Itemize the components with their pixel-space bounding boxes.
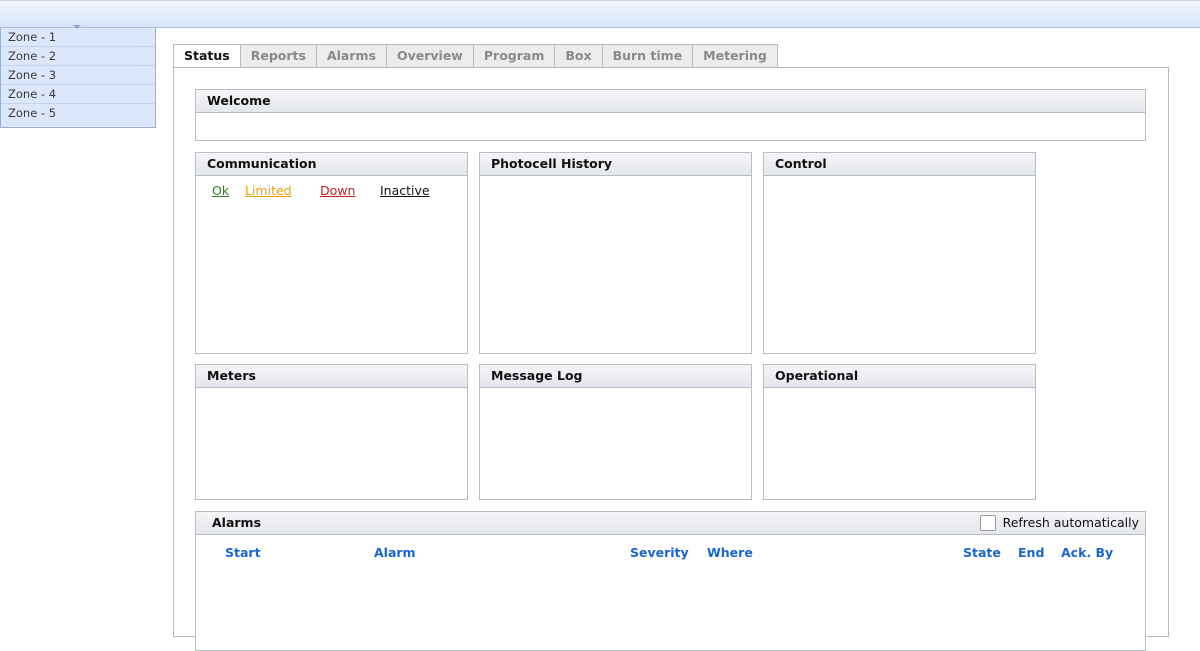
tab-alarms[interactable]: Alarms — [316, 44, 387, 68]
legend-limited-link[interactable]: Limited — [245, 183, 320, 198]
communication-title: Communication — [196, 153, 467, 176]
caret-up-icon — [73, 25, 81, 29]
tab-bar: Status Reports Alarms Overview Program B… — [173, 44, 778, 68]
column-header-alarm[interactable]: Alarm — [374, 545, 416, 560]
column-header-end[interactable]: End — [1018, 545, 1044, 560]
refresh-checkbox[interactable] — [979, 515, 996, 531]
refresh-automatically-toggle[interactable]: Refresh automatically — [979, 512, 1139, 534]
legend-ok-link[interactable]: Ok — [212, 183, 245, 198]
zone-dropdown-menu: Zone - 1 Zone - 2 Zone - 3 Zone - 4 Zone… — [0, 25, 156, 128]
zone-item-1[interactable]: Zone - 1 — [1, 28, 155, 47]
meters-panel: Meters — [195, 364, 468, 500]
tab-program[interactable]: Program — [473, 44, 556, 68]
legend-down-link[interactable]: Down — [320, 183, 380, 198]
tab-status[interactable]: Status — [173, 44, 241, 68]
tab-metering[interactable]: Metering — [693, 44, 778, 68]
photocell-history-panel: Photocell History — [479, 152, 752, 354]
legend-inactive-link[interactable]: Inactive — [380, 183, 430, 198]
column-header-where[interactable]: Where — [707, 545, 753, 560]
alarms-title: Alarms — [212, 515, 262, 530]
status-content: Welcome Communication Ok Limited Down In… — [173, 67, 1169, 651]
column-header-state[interactable]: State — [963, 545, 1001, 560]
communication-panel: Communication Ok Limited Down Inactive — [195, 152, 468, 354]
column-header-start[interactable]: Start — [225, 545, 261, 560]
message-log-panel: Message Log — [479, 364, 752, 500]
tab-reports[interactable]: Reports — [240, 44, 317, 68]
column-header-severity[interactable]: Severity — [630, 545, 689, 560]
tab-overview[interactable]: Overview — [386, 44, 474, 68]
tab-box[interactable]: Box — [555, 44, 603, 68]
top-bar — [0, 0, 1200, 28]
welcome-panel: Welcome — [195, 89, 1146, 141]
meters-title: Meters — [196, 365, 467, 388]
communication-legend: Ok Limited Down Inactive — [196, 176, 467, 198]
alarms-panel: Alarms Refresh automatically Start Alarm… — [195, 511, 1146, 651]
operational-panel: Operational — [763, 364, 1036, 500]
zone-item-4[interactable]: Zone - 4 — [1, 85, 155, 104]
alarms-header: Alarms Refresh automatically — [196, 512, 1145, 535]
zone-item-5[interactable]: Zone - 5 — [1, 104, 155, 123]
welcome-title: Welcome — [196, 90, 1145, 113]
message-log-title: Message Log — [480, 365, 751, 388]
zone-item-2[interactable]: Zone - 2 — [1, 47, 155, 66]
refresh-label: Refresh automatically — [1002, 515, 1139, 530]
control-title: Control — [764, 153, 1035, 176]
photocell-history-title: Photocell History — [480, 153, 751, 176]
column-header-ack-by[interactable]: Ack. By — [1061, 545, 1113, 560]
control-panel: Control — [763, 152, 1036, 354]
zone-item-3[interactable]: Zone - 3 — [1, 66, 155, 85]
operational-title: Operational — [764, 365, 1035, 388]
tab-burn-time[interactable]: Burn time — [602, 44, 694, 68]
